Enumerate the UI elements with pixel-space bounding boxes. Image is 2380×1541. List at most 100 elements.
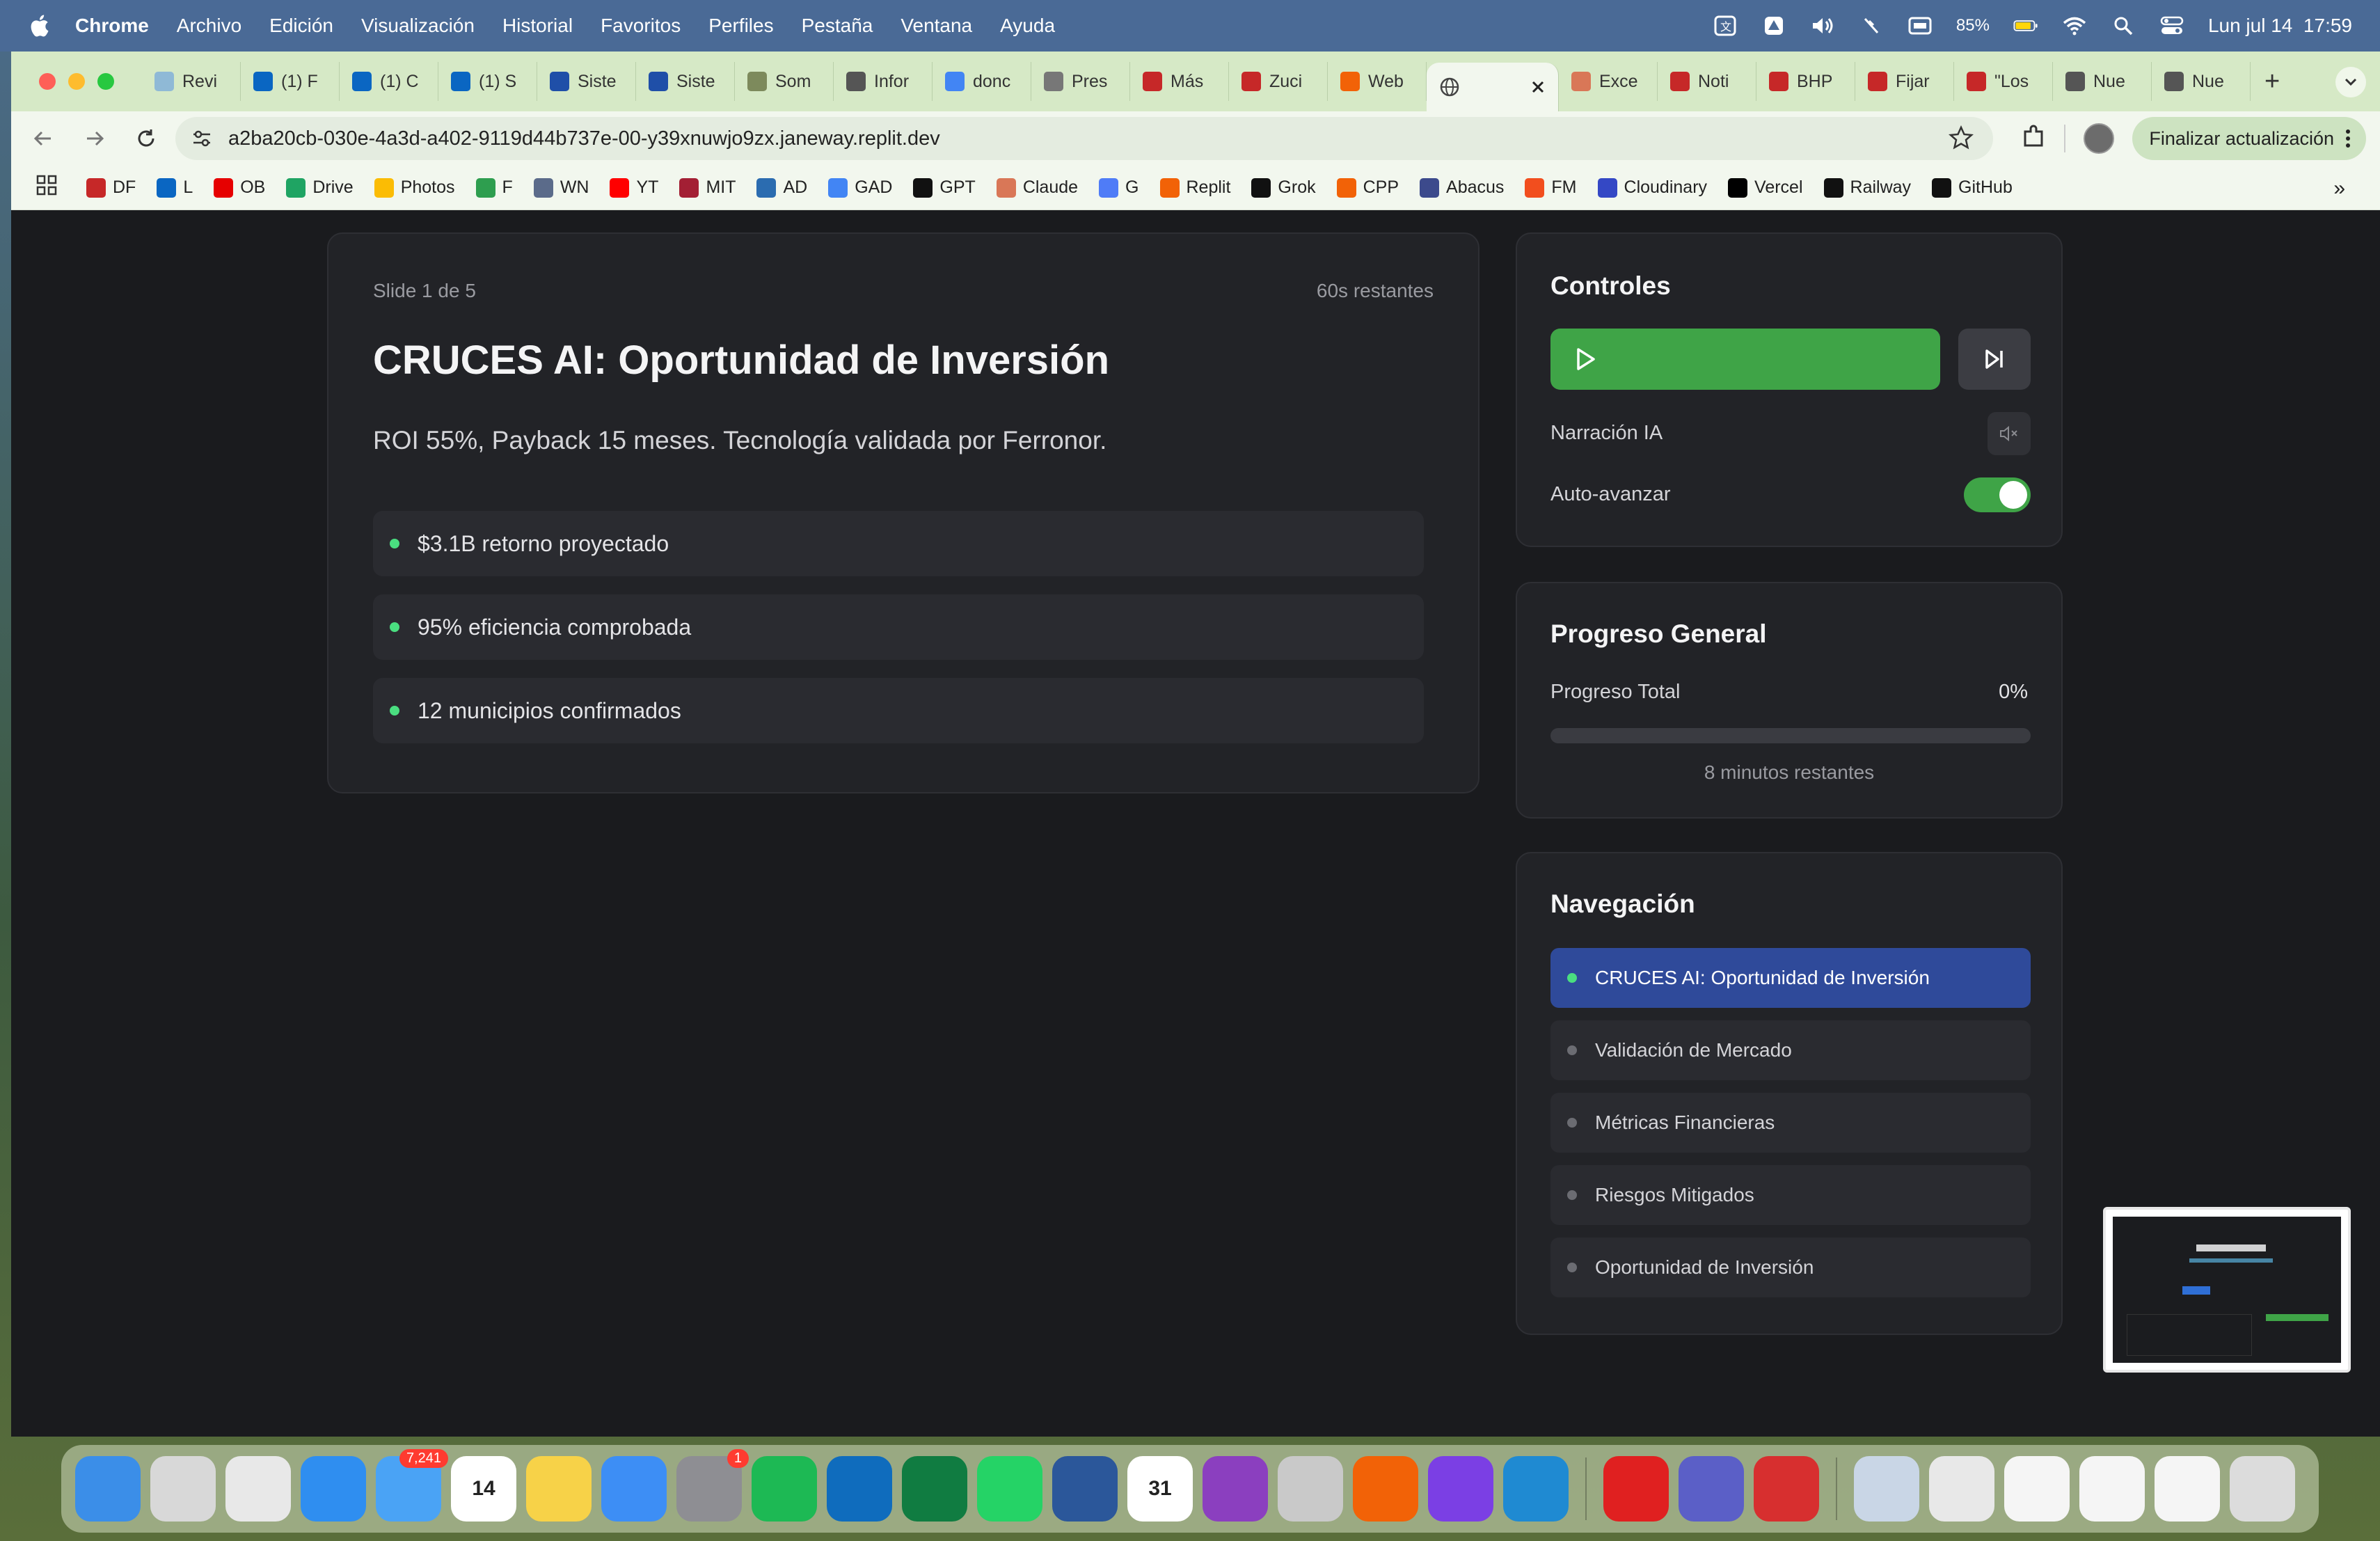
tab-tabs-2[interactable]: (1) C bbox=[340, 62, 438, 101]
bookmark-item[interactable]: DF bbox=[86, 177, 136, 198]
wifi-icon[interactable] bbox=[2062, 15, 2087, 36]
back-button[interactable] bbox=[24, 119, 63, 158]
bookmark-item[interactable]: GAD bbox=[828, 177, 892, 198]
settings-icon[interactable]: 1 bbox=[676, 1449, 749, 1522]
nav-item-slide-3[interactable]: Métricas Financieras bbox=[1550, 1093, 2031, 1153]
bookmark-item[interactable]: Vercel bbox=[1728, 177, 1803, 198]
spotify-icon[interactable] bbox=[752, 1456, 817, 1522]
screen-record-icon[interactable] bbox=[1203, 1456, 1268, 1522]
tab-tabs-3[interactable]: (1) S bbox=[438, 62, 537, 101]
downloads-icon[interactable] bbox=[1854, 1456, 1919, 1522]
bookmark-item[interactable]: MIT bbox=[679, 177, 736, 198]
menu-edicion[interactable]: Edición bbox=[269, 15, 333, 37]
bluetooth-off-icon[interactable] bbox=[1859, 15, 1884, 36]
window-thumb-icon[interactable] bbox=[2155, 1456, 2220, 1522]
teams-icon[interactable] bbox=[1679, 1456, 1744, 1522]
tab-tabs_after-3[interactable]: Fijar bbox=[1855, 62, 1954, 101]
url-text[interactable]: a2ba20cb-030e-4a3d-a402-9119d44b737e-00-… bbox=[228, 127, 940, 150]
play-button[interactable] bbox=[1550, 329, 1940, 390]
whatsapp-icon[interactable] bbox=[977, 1456, 1042, 1522]
bookmark-item[interactable]: Grok bbox=[1251, 177, 1316, 198]
close-window-button[interactable] bbox=[39, 73, 56, 90]
bookmark-item[interactable]: Cloudinary bbox=[1597, 177, 1707, 198]
github-desktop-icon[interactable] bbox=[1428, 1456, 1493, 1522]
menu-favoritos[interactable]: Favoritos bbox=[601, 15, 681, 37]
menu-app-name[interactable]: Chrome bbox=[75, 15, 149, 37]
notes-icon[interactable] bbox=[526, 1456, 592, 1522]
update-chrome-button[interactable]: Finalizar actualización bbox=[2132, 117, 2366, 160]
window-thumb-icon[interactable] bbox=[2079, 1456, 2145, 1522]
bookmark-item[interactable]: Drive bbox=[286, 177, 354, 198]
tab-tabs-4[interactable]: Siste bbox=[537, 62, 636, 101]
safari-icon[interactable] bbox=[301, 1456, 366, 1522]
address-bar[interactable]: a2ba20cb-030e-4a3d-a402-9119d44b737e-00-… bbox=[175, 117, 1993, 160]
menu-pestana[interactable]: Pestaña bbox=[802, 15, 873, 37]
tab-tabs-6[interactable]: Som bbox=[735, 62, 834, 101]
maximize-window-button[interactable] bbox=[97, 73, 114, 90]
apple-icon[interactable] bbox=[26, 12, 54, 40]
nav-item-slide-2[interactable]: Validación de Mercado bbox=[1550, 1020, 2031, 1080]
profile-avatar[interactable] bbox=[2084, 123, 2115, 154]
bookmark-star-icon[interactable] bbox=[1948, 125, 1974, 154]
excel-icon[interactable] bbox=[902, 1456, 967, 1522]
bookmark-item[interactable]: FM bbox=[1525, 177, 1577, 198]
bookmark-item[interactable]: YT bbox=[610, 177, 658, 198]
calendar31-icon[interactable]: 31 bbox=[1127, 1456, 1193, 1522]
tab-tabs-0[interactable]: Revi bbox=[142, 62, 241, 101]
nav-item-slide-5[interactable]: Oportunidad de Inversión bbox=[1550, 1238, 2031, 1297]
bookmark-item[interactable]: OB bbox=[214, 177, 265, 198]
translate-icon[interactable]: 文 bbox=[1713, 15, 1738, 36]
tab-tabs_after-5[interactable]: Nue bbox=[2053, 62, 2152, 101]
extensions-icon[interactable] bbox=[2021, 125, 2046, 153]
autoadvance-toggle[interactable] bbox=[1964, 477, 2031, 512]
bookmark-item[interactable]: Photos bbox=[374, 177, 455, 198]
replit-icon[interactable] bbox=[1353, 1456, 1418, 1522]
nav-item-slide-4[interactable]: Riesgos Mitigados bbox=[1550, 1165, 2031, 1225]
tab-tabs-9[interactable]: Pres bbox=[1031, 62, 1130, 101]
apps-grid-icon[interactable] bbox=[36, 175, 57, 200]
tab-search-button[interactable] bbox=[2335, 67, 2366, 97]
more-bookmarks-button[interactable]: » bbox=[2333, 177, 2345, 200]
battery-icon[interactable] bbox=[2013, 15, 2038, 36]
window-thumb-icon[interactable] bbox=[2004, 1456, 2070, 1522]
bookmark-item[interactable]: Replit bbox=[1159, 177, 1230, 198]
display-icon[interactable] bbox=[1907, 15, 1933, 36]
close-tab-icon[interactable] bbox=[1530, 79, 1546, 95]
menu-archivo[interactable]: Archivo bbox=[177, 15, 241, 37]
screenshot-preview-thumbnail[interactable] bbox=[2103, 1207, 2351, 1373]
vscode-icon[interactable] bbox=[1503, 1456, 1569, 1522]
tab-tabs-12[interactable]: Web bbox=[1328, 62, 1427, 101]
mail-icon[interactable]: 7,241 bbox=[376, 1449, 448, 1522]
window-thumb-icon[interactable] bbox=[1929, 1456, 1994, 1522]
forward-button[interactable] bbox=[75, 119, 114, 158]
bookmark-item[interactable]: G bbox=[1099, 177, 1139, 198]
word-icon[interactable] bbox=[1052, 1456, 1118, 1522]
tab-tabs_after-6[interactable]: Nue bbox=[2152, 62, 2251, 101]
menu-visualizacion[interactable]: Visualización bbox=[361, 15, 475, 37]
clock[interactable]: Lun jul 14 17:59 bbox=[2208, 15, 2352, 37]
skip-next-button[interactable] bbox=[1958, 329, 2031, 390]
bookmark-item[interactable]: Claude bbox=[996, 177, 1078, 198]
iphone-mirror-icon[interactable] bbox=[1278, 1456, 1343, 1522]
tab-tabs-7[interactable]: Infor bbox=[834, 62, 933, 101]
acrobat-icon[interactable] bbox=[1603, 1456, 1669, 1522]
tab-tabs-5[interactable]: Siste bbox=[636, 62, 735, 101]
tab-tabs_after-2[interactable]: BHP bbox=[1756, 62, 1855, 101]
volume-icon[interactable] bbox=[1810, 15, 1835, 36]
menu-perfiles[interactable]: Perfiles bbox=[708, 15, 773, 37]
bookmark-item[interactable]: F bbox=[475, 177, 513, 198]
menu-ayuda[interactable]: Ayuda bbox=[1000, 15, 1055, 37]
narration-toggle-button[interactable] bbox=[1988, 412, 2031, 455]
bookmark-item[interactable]: L bbox=[157, 177, 193, 198]
tab-active[interactable] bbox=[1427, 63, 1559, 111]
new-tab-button[interactable]: + bbox=[2264, 67, 2280, 97]
bookmark-item[interactable]: WN bbox=[533, 177, 589, 198]
menu-historial[interactable]: Historial bbox=[502, 15, 573, 37]
drive-sync-icon[interactable] bbox=[1761, 15, 1786, 36]
control-center-icon[interactable] bbox=[2159, 15, 2184, 36]
tab-tabs-8[interactable]: donc bbox=[933, 62, 1031, 101]
tab-tabs_after-1[interactable]: Noti bbox=[1658, 62, 1756, 101]
bookmark-item[interactable]: Railway bbox=[1823, 177, 1911, 198]
tab-tabs-10[interactable]: Más bbox=[1130, 62, 1229, 101]
keynote-icon[interactable] bbox=[601, 1456, 667, 1522]
